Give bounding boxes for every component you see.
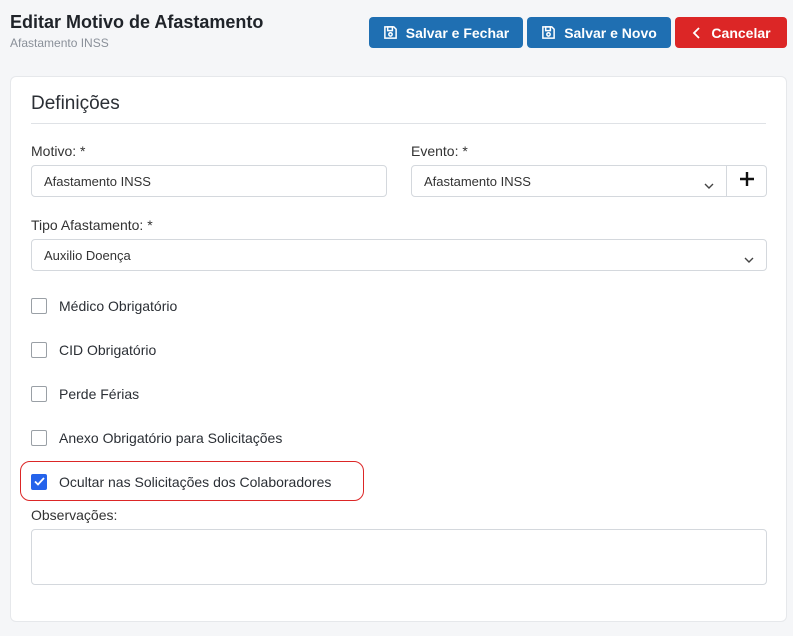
section-divider [31, 123, 766, 124]
checkbox-box[interactable] [31, 342, 47, 358]
motivo-value: Afastamento INSS [44, 173, 151, 189]
checkbox-label: Médico Obrigatório [59, 298, 178, 314]
chevron-left-icon [691, 26, 703, 40]
checkbox-cid-obrigatorio[interactable]: CID Obrigatório [31, 339, 156, 361]
checkbox-anexo-obrigatorio[interactable]: Anexo Obrigatório para Solicitações [31, 427, 282, 449]
observacoes-label: Observações: [31, 507, 118, 523]
page-header: Editar Motivo de Afastamento Afastamento… [10, 10, 787, 56]
checkbox-medico-obrigatorio[interactable]: Médico Obrigatório [31, 295, 177, 317]
save-icon [383, 25, 398, 40]
page-title: Editar Motivo de Afastamento [10, 12, 264, 32]
checkbox-perde-ferias[interactable]: Perde Férias [31, 383, 139, 405]
checkmark-icon [33, 473, 45, 491]
plus-icon [739, 171, 755, 192]
checkbox-label: Perde Férias [59, 386, 140, 402]
motivo-label: Motivo: * [31, 143, 86, 159]
tipo-afastamento-select[interactable]: Auxilio Doença [31, 239, 767, 271]
add-evento-button[interactable] [727, 165, 767, 197]
section-title: Definições [31, 93, 120, 114]
tipo-afastamento-value: Auxilio Doença [44, 247, 131, 263]
checkbox-ocultar-solicitacoes[interactable]: Ocultar nas Solicitações dos Colaborador… [31, 471, 331, 493]
evento-value: Afastamento INSS [424, 173, 531, 189]
save-and-new-button[interactable]: Salvar e Novo [527, 17, 671, 48]
chevron-down-icon [744, 252, 754, 267]
checkbox-label: CID Obrigatório [59, 342, 157, 358]
checkbox-box[interactable] [31, 298, 47, 314]
save-and-close-label: Salvar e Fechar [405, 24, 510, 41]
cancel-label: Cancelar [711, 24, 771, 41]
cancel-button[interactable]: Cancelar [675, 17, 787, 48]
checkbox-box[interactable] [31, 430, 47, 446]
save-icon [541, 25, 556, 40]
checkbox-box-checked[interactable] [31, 474, 47, 490]
checkbox-box[interactable] [31, 386, 47, 402]
evento-select[interactable]: Afastamento INSS [411, 165, 727, 197]
checkbox-label: Anexo Obrigatório para Solicitações [59, 430, 283, 446]
motivo-input[interactable]: Afastamento INSS [31, 165, 387, 197]
definitions-card: Definições Motivo: * Afastamento INSS Ev… [10, 76, 787, 622]
evento-label: Evento: * [411, 143, 468, 159]
page-subtitle: Afastamento INSS [10, 36, 109, 50]
tipo-afastamento-label: Tipo Afastamento: * [31, 217, 153, 233]
save-and-new-label: Salvar e Novo [564, 24, 657, 41]
checkbox-label: Ocultar nas Solicitações dos Colaborador… [59, 474, 332, 490]
chevron-down-icon [704, 178, 714, 193]
observacoes-textarea[interactable] [31, 529, 767, 585]
save-and-close-button[interactable]: Salvar e Fechar [369, 17, 523, 48]
